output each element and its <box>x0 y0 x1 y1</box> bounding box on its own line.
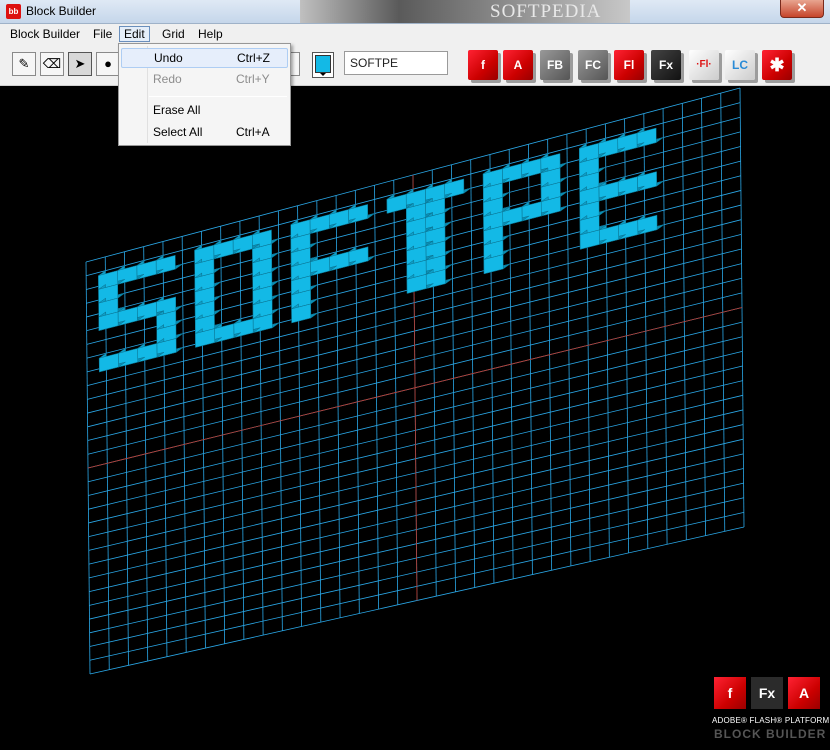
menu-item-undo[interactable]: Undo Ctrl+Z <box>121 48 288 68</box>
logo-title: BLOCK BUILDER <box>714 727 827 741</box>
menu-item-redo[interactable]: Redo Ctrl+Y <box>121 69 288 89</box>
menu-item-shortcut: Ctrl+Y <box>236 72 270 86</box>
flash-icon[interactable]: f <box>468 50 498 80</box>
chevron-down-icon <box>320 73 326 76</box>
block-canvas[interactable] <box>0 87 830 750</box>
livecycle-icon[interactable]: LC <box>725 50 755 80</box>
pencil-icon[interactable]: ✎ <box>12 52 36 76</box>
logo-caption: ADOBE® FLASH® PLATFORM <box>712 716 830 725</box>
isometric-grid-scene[interactable] <box>0 87 830 750</box>
close-button[interactable]: ✕ <box>780 0 824 18</box>
title-banner: SOFTPEDIA <box>300 0 630 23</box>
menu-item-erase-all[interactable]: Erase All <box>121 100 288 120</box>
menu-separator <box>149 96 287 97</box>
menu-grid[interactable]: Grid <box>158 26 189 42</box>
menu-edit[interactable]: Edit <box>119 26 150 42</box>
flash-catalyst-icon[interactable]: FC <box>578 50 608 80</box>
menu-item-label: Redo <box>153 72 182 86</box>
menu-item-shortcut: Ctrl+Z <box>237 51 270 65</box>
banner-text: SOFTPEDIA <box>490 1 602 22</box>
color-swatch-fill <box>315 55 331 73</box>
axis-line <box>87 307 743 469</box>
letter-block[interactable] <box>291 303 319 324</box>
adobe-logo-icon[interactable]: ✱ <box>762 50 792 80</box>
flash-logo-icon: f <box>714 677 746 709</box>
flex-icon[interactable]: Fx <box>651 50 681 80</box>
flash-ide-icon[interactable]: Fl <box>614 50 644 80</box>
menu-file[interactable]: File <box>89 26 116 42</box>
eraser-icon[interactable]: ⌫ <box>40 52 64 76</box>
menu-help[interactable]: Help <box>194 26 227 42</box>
menu-item-label: Undo <box>154 51 183 65</box>
letter-block[interactable] <box>483 254 511 275</box>
window-title: Block Builder <box>26 4 97 18</box>
flex-logo-icon: Fx <box>751 677 783 709</box>
app-icon: bb <box>6 4 21 19</box>
toolbar-separator <box>290 52 300 76</box>
edit-dropdown-menu: Undo Ctrl+Z Redo Ctrl+Y Erase All Select… <box>118 43 291 146</box>
menu-bar: Block Builder File Edit Grid Help <box>0 24 830 44</box>
flash-lite-icon[interactable]: ·Fl· <box>689 50 719 80</box>
menu-block-builder[interactable]: Block Builder <box>6 26 84 42</box>
menu-item-label: Erase All <box>153 103 201 117</box>
title-bar: bb Block Builder SOFTPEDIA ✕ <box>0 0 830 24</box>
sphere-icon[interactable]: ● <box>96 52 120 76</box>
platform-logo: f Fx A ADOBE® FLASH® PLATFORM BLOCK BUIL… <box>712 677 830 747</box>
flash-builder-icon[interactable]: FB <box>540 50 570 80</box>
acrobat-icon[interactable]: A <box>503 50 533 80</box>
block-text-input[interactable] <box>344 51 448 75</box>
menu-item-label: Select All <box>153 125 203 139</box>
pointer-icon[interactable]: ➤ <box>68 52 92 76</box>
menu-item-select-all[interactable]: Select All Ctrl+A <box>121 122 288 142</box>
air-logo-icon: A <box>788 677 820 709</box>
menu-item-shortcut: Ctrl+A <box>236 125 270 139</box>
block-color-picker[interactable] <box>312 52 334 78</box>
